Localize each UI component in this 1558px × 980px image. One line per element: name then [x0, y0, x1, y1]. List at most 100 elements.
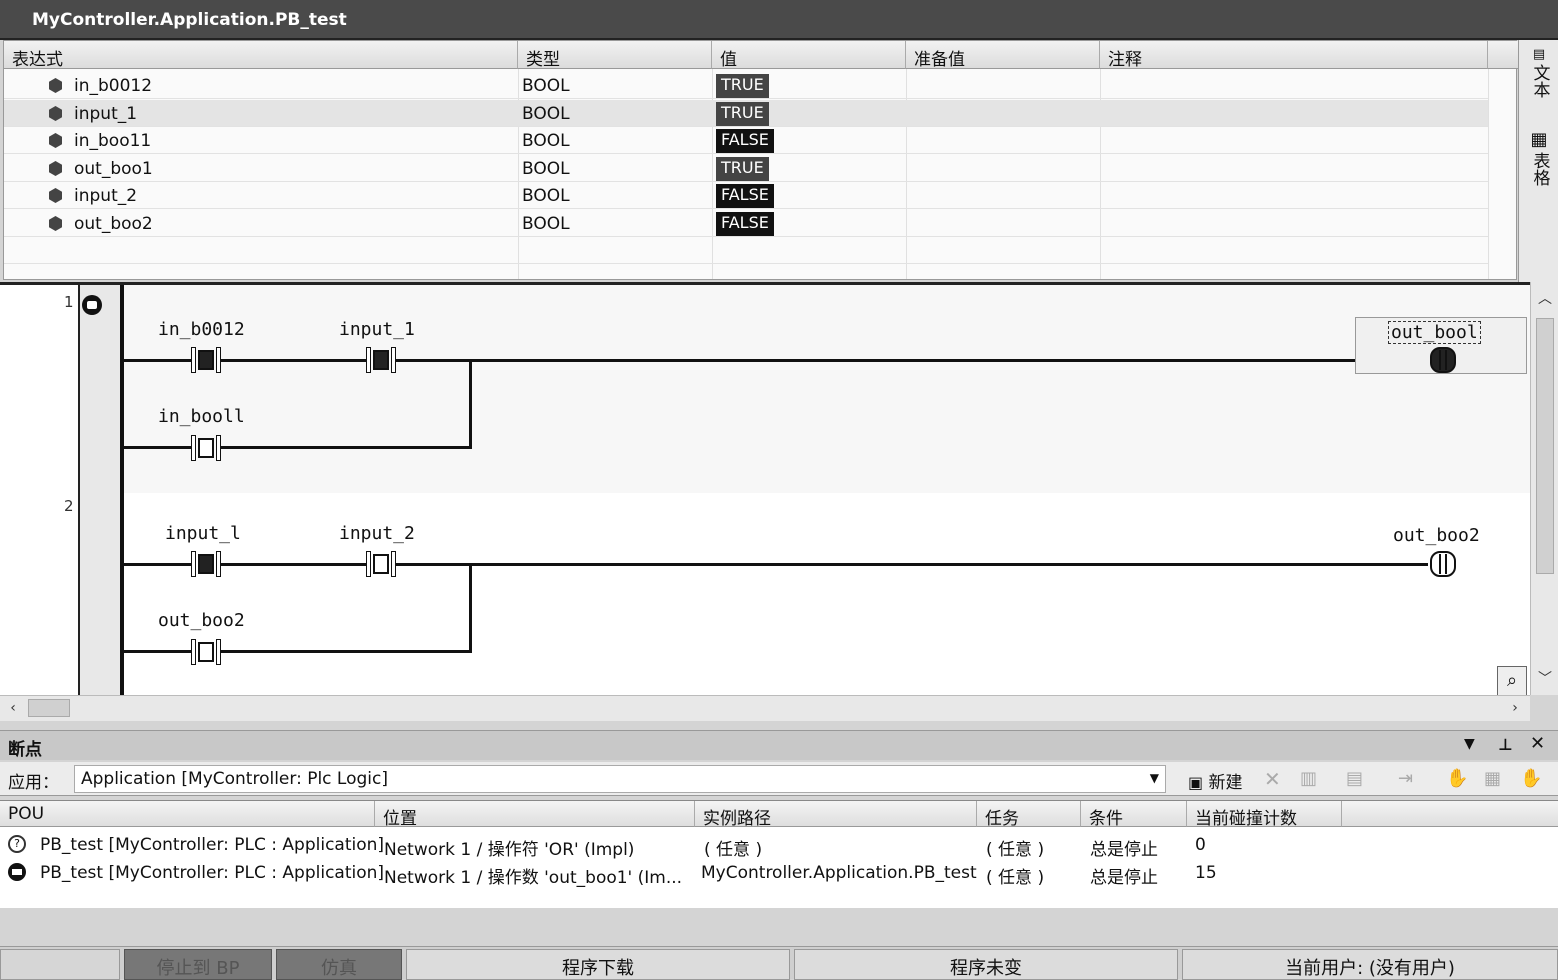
ladder-editor[interactable]: 1 2 in_b0012 input_1 in_booll out_bool i…	[0, 282, 1530, 695]
watch-expression: in_boo11	[74, 131, 152, 151]
col-header-type[interactable]: 类型	[518, 41, 712, 70]
status-program-unchanged: 程序未变	[794, 949, 1178, 980]
output-coil[interactable]	[1428, 347, 1458, 373]
col-header-instance-path[interactable]: 实例路径	[695, 801, 977, 829]
pin-icon[interactable]: ⊥	[1498, 735, 1513, 754]
bp-instance: MyController.Application.PB_test	[701, 863, 977, 883]
contact-label: input_1	[339, 319, 415, 340]
application-select[interactable]: Application [MyController: Plc Logic] ▼	[74, 765, 1166, 793]
properties-icon[interactable]: ▥	[1300, 768, 1317, 789]
watch-value: FALSE	[716, 129, 774, 153]
vertical-scrollbar[interactable]: ︿ ﹀	[1530, 282, 1558, 695]
breakpoint-inactive-icon: ?	[8, 835, 26, 853]
watch-expression: input_2	[74, 186, 138, 206]
enable-all-icon[interactable]: ✋	[1520, 768, 1542, 789]
rung-wire	[122, 359, 191, 362]
coil-label: out_boo2	[1393, 525, 1480, 546]
bp-condition: 总是停止	[1090, 868, 1158, 888]
network-2-area[interactable]	[120, 493, 1530, 695]
col-header-location[interactable]: 位置	[375, 801, 695, 829]
contact-label: input_2	[339, 523, 415, 544]
rung-wire	[221, 446, 472, 449]
watch-value: FALSE	[716, 184, 774, 208]
tab-text-view[interactable]: ▤ 文本	[1523, 48, 1555, 99]
contact-normally-open[interactable]	[366, 347, 396, 373]
goto-icon[interactable]: ⇥	[1398, 768, 1413, 789]
watch-expression: out_boo1	[74, 159, 153, 179]
contact-label: input_l	[165, 523, 241, 544]
disable-icon[interactable]: ✋	[1446, 768, 1468, 789]
scroll-thumb[interactable]	[1536, 318, 1554, 574]
zoom-icon[interactable]: ⌕	[1497, 666, 1527, 695]
status-program-download: 程序下载	[406, 949, 790, 980]
contact-normally-open[interactable]	[191, 639, 221, 665]
scroll-down-icon[interactable]: ﹀	[1534, 668, 1556, 690]
rung-wire	[122, 563, 191, 566]
new-breakpoint-button[interactable]: ▣ 新建	[1184, 766, 1247, 793]
dropdown-arrow-icon[interactable]: ▼	[1464, 736, 1475, 752]
window-title-bar: MyController.Application.PB_test	[0, 0, 1558, 40]
scroll-left-icon[interactable]: ‹	[2, 697, 24, 719]
horizontal-scrollbar[interactable]: ‹ ›	[0, 695, 1530, 721]
col-header-expression[interactable]: 表达式	[4, 41, 518, 70]
breakpoint-row[interactable]: ? PB_test [MyController: PLC : Applicati…	[0, 831, 1558, 860]
contact-normally-open[interactable]	[191, 347, 221, 373]
watch-row-empty[interactable]	[4, 237, 1488, 264]
col-header-pou[interactable]: POU	[0, 801, 375, 827]
col-header-filler	[1488, 41, 1518, 69]
watch-type: BOOL	[522, 186, 570, 206]
new-button-label: 新建	[1208, 773, 1243, 793]
bp-instance: ( 任意 )	[704, 840, 763, 860]
bp-pou: PB_test [MyController: PLC : Application…	[40, 835, 385, 855]
disable-all-icon[interactable]: ▦	[1484, 768, 1501, 789]
col-header-task[interactable]: 任务	[977, 801, 1081, 829]
network-number: 1	[64, 293, 74, 311]
watch-row[interactable]: out_boo1 BOOL TRUE	[4, 155, 1488, 182]
watch-row[interactable]: out_boo2 BOOL FALSE	[4, 210, 1488, 237]
scroll-right-icon[interactable]: ›	[1504, 697, 1526, 719]
table-grid-icon: ▦	[1530, 129, 1548, 150]
variable-icon	[49, 216, 62, 231]
watch-expression: input_1	[74, 104, 138, 124]
contact-normally-open[interactable]	[191, 435, 221, 461]
enable-icon[interactable]: ▤	[1346, 768, 1363, 789]
watch-value: TRUE	[716, 157, 769, 181]
side-tab-strip: ▤ 文本 ▦ 表格	[1518, 40, 1558, 282]
new-icon: ▣	[1188, 773, 1204, 792]
variable-icon	[49, 78, 62, 93]
breakpoints-list: POU 位置 实例路径 任务 条件 当前碰撞计数 ? PB_test [MyCo…	[0, 800, 1558, 908]
scroll-up-icon[interactable]: ︿	[1534, 288, 1556, 310]
breakpoint-active-icon[interactable]	[82, 295, 102, 315]
left-power-rail	[120, 285, 124, 695]
variable-icon	[49, 106, 62, 121]
watch-row[interactable]: input_1 BOOL TRUE	[4, 100, 1488, 127]
watch-row[interactable]: in_boo11 BOOL FALSE	[4, 127, 1488, 154]
col-header-prepared-value[interactable]: 准备值	[906, 41, 1100, 70]
tab-table-view[interactable]: ▦ 表格	[1523, 129, 1555, 187]
col-header-value[interactable]: 值	[712, 41, 906, 70]
col-header-condition[interactable]: 条件	[1081, 801, 1187, 829]
breakpoints-toolbar: 应用： Application [MyController: Plc Logic…	[0, 762, 1558, 796]
contact-normally-open[interactable]	[366, 551, 396, 577]
watch-row[interactable]: in_b0012 BOOL TRUE	[4, 72, 1488, 99]
status-current-user: 当前用户: (没有用户)	[1182, 949, 1558, 980]
col-header-hit-count[interactable]: 当前碰撞计数	[1187, 801, 1342, 829]
chevron-down-icon[interactable]: ▼	[1150, 771, 1159, 785]
delete-icon[interactable]: ✕	[1264, 767, 1281, 791]
breakpoint-row[interactable]: PB_test [MyController: PLC : Application…	[0, 859, 1558, 888]
network-1-area[interactable]	[120, 285, 1530, 493]
application-select-value: Application [MyController: Plc Logic]	[81, 769, 388, 789]
tab-text-label: 文本	[1529, 64, 1550, 98]
scroll-thumb[interactable]	[28, 699, 70, 717]
close-icon[interactable]: ✕	[1530, 733, 1545, 754]
rung-wire	[221, 359, 366, 362]
rung-wire	[396, 563, 1428, 566]
col-header-comment[interactable]: 注释	[1100, 41, 1488, 70]
watch-row[interactable]: input_2 BOOL FALSE	[4, 182, 1488, 209]
col-header-filler	[1342, 801, 1558, 827]
watch-type: BOOL	[522, 159, 570, 179]
breakpoint-active-icon	[8, 863, 26, 881]
output-coil[interactable]	[1428, 551, 1458, 577]
contact-normally-open[interactable]	[191, 551, 221, 577]
rung-wire	[221, 650, 472, 653]
